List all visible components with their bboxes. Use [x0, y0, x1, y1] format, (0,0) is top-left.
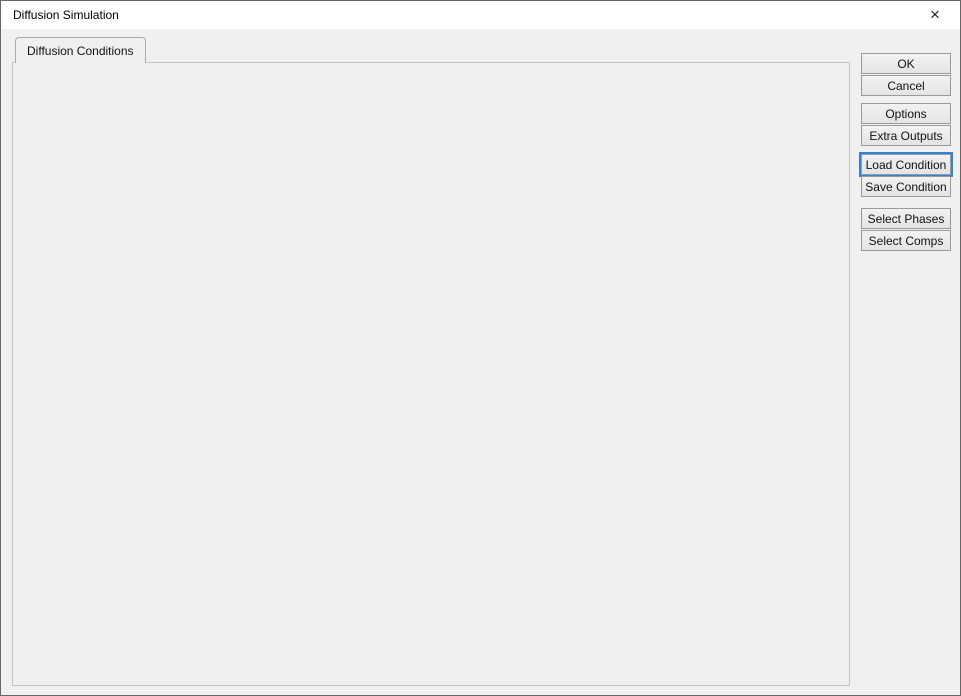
diffusion-simulation-dialog: Diffusion Simulation × Diffusion Conditi…: [0, 0, 961, 696]
tab-diffusion-conditions[interactable]: Diffusion Conditions: [15, 37, 146, 63]
titlebar: Diffusion Simulation ×: [1, 1, 960, 29]
tab-page: [12, 62, 850, 686]
save-condition-button[interactable]: Save Condition: [861, 176, 951, 197]
close-button[interactable]: ×: [918, 4, 952, 26]
load-condition-button[interactable]: Load Condition: [861, 154, 951, 175]
select-phases-button-side[interactable]: Select Phases: [861, 208, 951, 229]
extra-outputs-button[interactable]: Extra Outputs: [861, 125, 951, 146]
window-title: Diffusion Simulation: [13, 8, 119, 22]
options-button[interactable]: Options: [861, 103, 951, 124]
select-comps-button[interactable]: Select Comps: [861, 230, 951, 251]
close-icon: ×: [930, 5, 940, 25]
ok-button[interactable]: OK: [861, 53, 951, 74]
tab-label: Diffusion Conditions: [27, 44, 134, 58]
cancel-button[interactable]: Cancel: [861, 75, 951, 96]
